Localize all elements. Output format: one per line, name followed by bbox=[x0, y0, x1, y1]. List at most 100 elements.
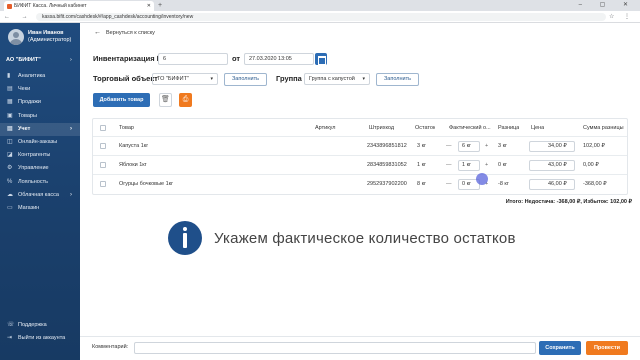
sidebar-item-label: Чеки bbox=[18, 86, 31, 93]
product-name: Яблоки 1кг bbox=[119, 162, 147, 168]
sidebar-item-loyalty[interactable]: % Лояльность bbox=[0, 176, 80, 189]
difference-value: -8 кг bbox=[498, 181, 509, 187]
cloud-icon: ☁ bbox=[7, 191, 13, 198]
sidebar-item-label: Онлайн-заказы bbox=[18, 138, 58, 145]
sidebar-item-label: Товары bbox=[18, 112, 37, 119]
stock-value: 3 кг bbox=[417, 143, 426, 149]
inventory-number-input[interactable]: 6 bbox=[158, 53, 228, 65]
stock-value: 8 кг bbox=[417, 181, 426, 187]
new-tab-button[interactable]: + bbox=[158, 0, 162, 11]
url-input[interactable]: kassa.bifit.com/cashdesk/#/app_cashdesk/… bbox=[36, 13, 606, 21]
product-name: Капуста 1кг bbox=[119, 143, 149, 149]
column-header[interactable]: Артикул bbox=[315, 119, 336, 137]
arrow-left-icon: ← bbox=[94, 29, 101, 36]
minus-icon[interactable]: — bbox=[446, 137, 452, 156]
plus-icon[interactable]: + bbox=[485, 137, 488, 156]
inventory-number-label: Инвентаризация № bbox=[93, 54, 166, 63]
chevron-down-icon: ▾ bbox=[362, 76, 365, 82]
column-header[interactable]: Фактический о... bbox=[449, 119, 491, 137]
row-checkbox[interactable] bbox=[100, 143, 106, 149]
user-block[interactable]: Иван Иванов (Администратор) bbox=[0, 23, 80, 53]
window-controls[interactable]: – ▢ ✕ bbox=[579, 0, 636, 11]
sidebar-item-management[interactable]: ⚙ Управление bbox=[0, 162, 80, 175]
box-icon: ▣ bbox=[7, 112, 13, 119]
price-input[interactable]: 46,00 ₽ bbox=[529, 179, 575, 190]
close-tab-icon[interactable]: ✕ bbox=[147, 1, 151, 11]
shop-icon: ▭ bbox=[7, 204, 13, 211]
product-barcode: 2952937902200 bbox=[367, 181, 407, 187]
column-header[interactable]: Разница bbox=[498, 119, 519, 137]
date-input[interactable]: 27.03.2020 13:05 bbox=[244, 53, 314, 65]
user-role: (Администратор) bbox=[28, 37, 72, 43]
sales-icon: ▦ bbox=[7, 99, 13, 106]
sidebar-item-support[interactable]: ☏ Поддержка bbox=[0, 319, 80, 332]
actual-quantity-input[interactable]: 1 кг bbox=[458, 160, 480, 171]
sidebar-menu: ▮ Аналитика ▤ Чеки ▦ Продажи ▣ Товары ▤ Учет ›… bbox=[0, 70, 80, 215]
sidebar-item-label: Учет bbox=[18, 125, 31, 132]
sidebar-item-online-orders[interactable]: ◫ Онлайн-заказы bbox=[0, 136, 80, 149]
print-icon[interactable]: ⎙ bbox=[179, 93, 192, 107]
phone-icon: ☏ bbox=[7, 322, 15, 328]
table-row[interactable]: Яблоки 1кг 2834859831052 1 кг — 1 кг + 0… bbox=[93, 156, 627, 175]
post-button[interactable]: Провести bbox=[586, 341, 628, 355]
logout-icon: ⇥ bbox=[7, 335, 13, 342]
group-select[interactable]: Группа с капустой ▾ bbox=[304, 73, 370, 85]
sidebar-item-label: Аналитика bbox=[18, 73, 46, 79]
sidebar-item-products[interactable]: ▣ Товары bbox=[0, 110, 80, 123]
back-link-label: Вернуться к списку bbox=[106, 30, 155, 36]
save-button[interactable]: Сохранить bbox=[539, 341, 581, 355]
sidebar-item-accounting[interactable]: ▤ Учет › bbox=[0, 122, 80, 136]
chevron-right-icon: › bbox=[70, 57, 72, 63]
sidebar-item-cloud-register[interactable]: ☁ Облачная касса › bbox=[0, 189, 80, 202]
group-label: Группа bbox=[276, 74, 302, 83]
actual-quantity-input[interactable]: 6 кг bbox=[458, 141, 480, 152]
column-header[interactable]: Штрихкод bbox=[369, 119, 394, 137]
table-row[interactable]: Капуста 1кг 2343896851812 3 кг — 6 кг + … bbox=[93, 137, 627, 156]
sidebar-item-label: Облачная касса bbox=[18, 191, 59, 198]
trash-icon[interactable]: 🗑 bbox=[159, 93, 172, 107]
contacts-icon: ◪ bbox=[7, 152, 13, 159]
calendar-icon[interactable] bbox=[315, 53, 327, 65]
sidebar-item-analytics[interactable]: ▮ Аналитика bbox=[0, 70, 80, 83]
sidebar-item-sales[interactable]: ▦ Продажи bbox=[0, 96, 80, 109]
tutorial-caption: Укажем фактическое количество остатков bbox=[214, 230, 516, 247]
browser-tab[interactable]: БИФИТ Касса. Личный кабинет ✕ bbox=[4, 1, 154, 11]
browser-menu-icons[interactable]: ☆ ⋮ bbox=[609, 11, 634, 23]
inventory-table: Товар Артикул Штрихкод Остаток Фактическ… bbox=[92, 118, 628, 195]
sidebar-item-receipts[interactable]: ▤ Чеки bbox=[0, 83, 80, 96]
trade-object-value: ТО "БИФИТ" bbox=[157, 76, 189, 82]
comment-input[interactable] bbox=[134, 342, 536, 354]
price-input[interactable]: 34,00 ₽ bbox=[529, 141, 575, 152]
minus-icon[interactable]: — bbox=[446, 175, 452, 194]
column-header[interactable]: Сумма разницы bbox=[583, 119, 624, 137]
sidebar-item-logout[interactable]: ⇥ Выйти из аккаунта bbox=[0, 332, 80, 345]
info-icon bbox=[168, 221, 202, 255]
sidebar-item-shop[interactable]: ▭ Магазин bbox=[0, 202, 80, 215]
totals-summary: Итого: Недостача: -368,00 ₽, Избыток: 10… bbox=[505, 199, 632, 205]
column-header[interactable]: Цена bbox=[531, 119, 544, 137]
fill-button[interactable]: Заполнить bbox=[224, 73, 267, 86]
column-header[interactable]: Остаток bbox=[415, 119, 435, 137]
row-checkbox[interactable] bbox=[100, 162, 106, 168]
back-link[interactable]: ← Вернуться к списку bbox=[94, 29, 155, 36]
price-input[interactable]: 43,00 ₽ bbox=[529, 160, 575, 171]
row-checkbox[interactable] bbox=[100, 181, 106, 187]
cart-icon: ◫ bbox=[7, 138, 13, 145]
address-bar-row: ← → ⟳ kassa.bifit.com/cashdesk/#/app_cas… bbox=[0, 11, 640, 23]
company-selector[interactable]: АО "БИФИТ" › bbox=[6, 57, 72, 64]
difference-value: 0 кг bbox=[498, 162, 507, 168]
fill-group-button[interactable]: Заполнить bbox=[376, 73, 419, 86]
add-product-button[interactable]: Добавить товар bbox=[93, 93, 150, 107]
table-row[interactable]: Огурцы бочковые 1кг 2952937902200 8 кг —… bbox=[93, 175, 627, 194]
column-header[interactable]: Товар bbox=[119, 119, 134, 137]
select-all-checkbox[interactable] bbox=[100, 125, 106, 131]
plus-icon[interactable]: + bbox=[485, 156, 488, 175]
table-header-row: Товар Артикул Штрихкод Остаток Фактическ… bbox=[93, 119, 627, 137]
sidebar-item-contractors[interactable]: ◪ Контрагенты bbox=[0, 149, 80, 162]
product-barcode: 2343896851812 bbox=[367, 143, 407, 149]
percent-icon: % bbox=[7, 178, 13, 185]
product-barcode: 2834859831052 bbox=[367, 162, 407, 168]
ledger-icon: ▤ bbox=[7, 125, 13, 132]
trade-object-select[interactable]: ТО "БИФИТ" ▾ bbox=[152, 73, 218, 85]
minus-icon[interactable]: — bbox=[446, 156, 452, 175]
